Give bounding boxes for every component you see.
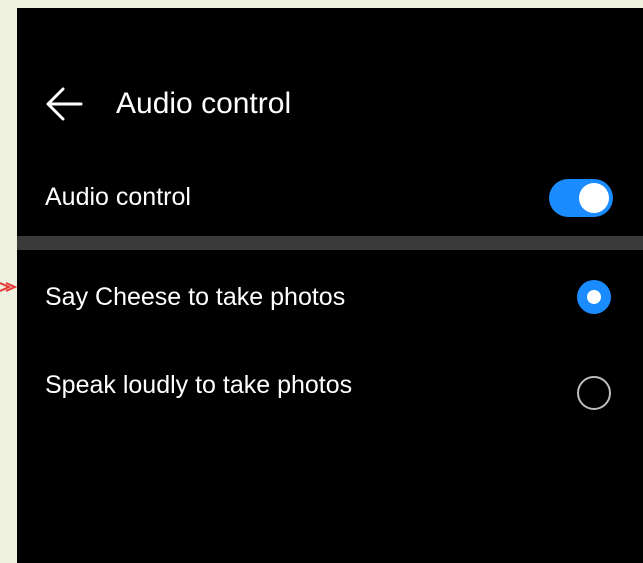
option-speak-loudly[interactable]: Speak loudly to take photos <box>17 348 643 426</box>
settings-screen: Audio control Audio control Say Cheese t… <box>17 8 643 563</box>
option-speak-loudly-label: Speak loudly to take photos <box>45 371 353 399</box>
audio-control-row[interactable]: Audio control <box>17 163 643 235</box>
arrow-left-icon <box>46 87 83 121</box>
radio-say-cheese-selected[interactable] <box>577 280 611 314</box>
section-divider <box>17 236 643 250</box>
audio-control-label: Audio control <box>45 183 191 211</box>
radio-speak-loudly-unselected[interactable] <box>577 376 611 410</box>
radio-dot <box>587 290 601 304</box>
audio-control-toggle[interactable] <box>549 179 613 217</box>
app-bar: Audio control <box>17 78 643 130</box>
option-say-cheese[interactable]: Say Cheese to take photos <box>17 258 643 336</box>
screenshot-frame: Audio control Audio control Say Cheese t… <box>0 0 643 563</box>
pointer-arrow-icon <box>0 282 18 292</box>
back-button[interactable] <box>43 82 87 126</box>
option-say-cheese-label: Say Cheese to take photos <box>45 283 346 311</box>
toggle-knob <box>579 183 609 213</box>
page-title: Audio control <box>116 87 292 120</box>
